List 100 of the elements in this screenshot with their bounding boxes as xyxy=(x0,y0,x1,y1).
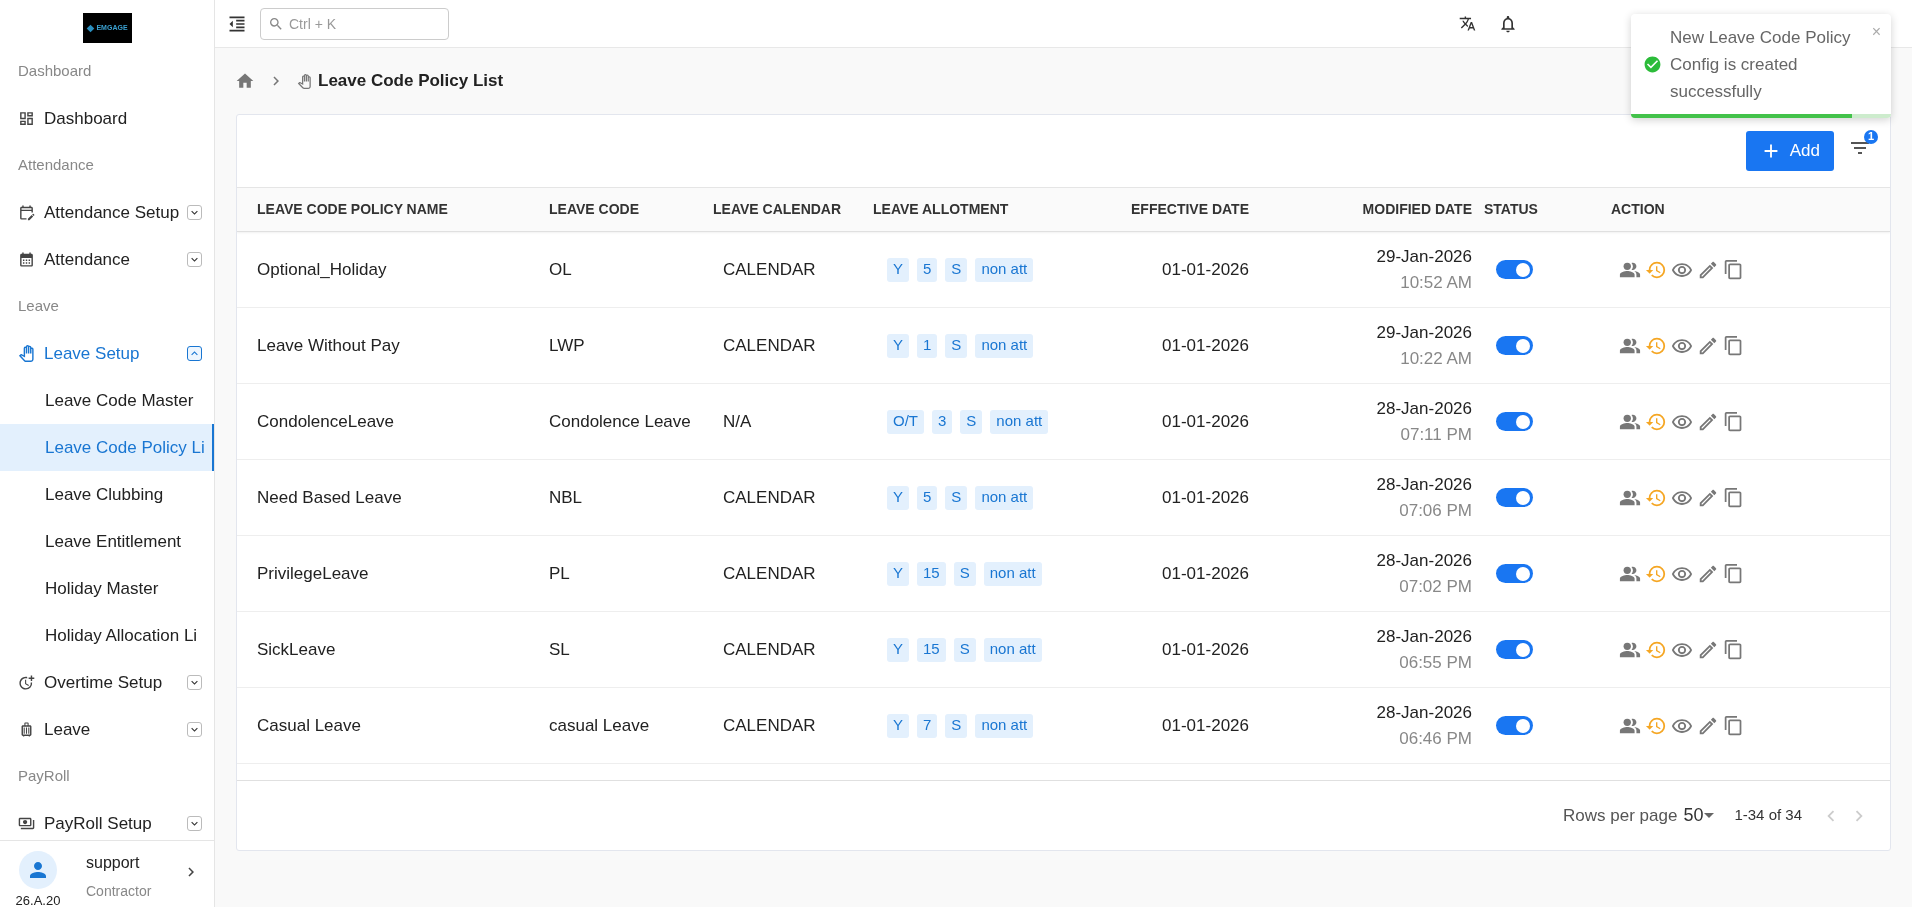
money-icon xyxy=(18,815,35,832)
copy-icon[interactable] xyxy=(1723,715,1744,736)
avatar xyxy=(19,851,57,889)
section-heading: Leave xyxy=(17,296,60,317)
allotment-tag: Y xyxy=(887,561,909,586)
allotment-tag: S xyxy=(953,561,976,586)
section-heading: PayRoll xyxy=(17,766,71,787)
modified-date: 28-Jan-2026 xyxy=(1376,550,1472,572)
column-header: LEAVE CODE xyxy=(549,200,640,219)
table-cell-text: CALENDAR xyxy=(722,638,817,661)
page-range: 1-34 of 34 xyxy=(1734,805,1802,826)
nav-item[interactable]: Attendance Setup xyxy=(44,199,187,226)
allotment-tag: S xyxy=(945,713,968,738)
copy-icon[interactable] xyxy=(1723,639,1744,660)
column-header: LEAVE ALLOTMENT xyxy=(873,200,1010,219)
copy-icon[interactable] xyxy=(1723,335,1744,356)
table-cell-text: Casual Leave xyxy=(257,714,362,737)
modified-time: 07:02 PM xyxy=(1399,575,1472,598)
chevron-up-icon[interactable] xyxy=(187,346,202,361)
nav-item[interactable]: Leave Setup xyxy=(44,340,187,367)
column-header: ACTION xyxy=(1611,200,1666,219)
allotment-tag: S xyxy=(953,637,976,662)
copy-icon[interactable] xyxy=(1723,259,1744,280)
allotment-tag: 15 xyxy=(917,561,946,586)
table-cell-text: CALENDAR xyxy=(722,486,817,509)
bell-icon[interactable] xyxy=(1498,13,1518,34)
table-cell-text: 01-01-2026 xyxy=(1161,562,1250,585)
modified-date: 28-Jan-2026 xyxy=(1376,702,1472,724)
table-cell-text: Optional_Holiday xyxy=(257,258,388,281)
status-toggle[interactable] xyxy=(1496,412,1533,431)
allotment-tag: non att xyxy=(975,257,1034,282)
allotment-tag: non att xyxy=(975,713,1034,738)
status-toggle[interactable] xyxy=(1496,260,1533,279)
copy-icon[interactable] xyxy=(1723,563,1744,584)
nav-subitem[interactable]: Leave Entitlement xyxy=(0,518,214,565)
nav-item[interactable]: Attendance xyxy=(44,246,187,273)
allotment-tag: Y xyxy=(887,257,909,282)
allotment-tag: 1 xyxy=(917,333,938,358)
copy-icon[interactable] xyxy=(1723,487,1744,508)
chevron-down-icon[interactable] xyxy=(187,252,202,267)
modified-time: 06:55 PM xyxy=(1399,651,1472,674)
nav-subitem[interactable]: Leave Code Master xyxy=(0,377,214,424)
allotment-tag: non att xyxy=(975,333,1034,358)
status-toggle[interactable] xyxy=(1496,716,1533,735)
user-role: Contractor xyxy=(86,882,152,901)
allotment-tag: 7 xyxy=(917,713,938,738)
status-toggle[interactable] xyxy=(1496,640,1533,659)
clock-icon xyxy=(18,674,35,691)
hand-icon xyxy=(297,73,312,89)
allotment-tag: 3 xyxy=(932,409,953,434)
add-button[interactable]: Add xyxy=(1745,131,1834,171)
status-toggle[interactable] xyxy=(1496,488,1533,507)
dashboard-icon xyxy=(18,110,35,127)
hand-icon xyxy=(18,345,35,362)
table-cell-text: PrivilegeLeave xyxy=(257,562,370,585)
allotment-tag: 5 xyxy=(917,485,938,510)
chevron-down-icon[interactable] xyxy=(187,722,202,737)
allotment-tag: Y xyxy=(887,485,909,510)
table-cell-text: 01-01-2026 xyxy=(1161,486,1250,509)
nav-subitem[interactable]: Leave Code Policy Li xyxy=(0,424,214,471)
chevron-down-icon[interactable] xyxy=(187,816,202,831)
home-icon[interactable] xyxy=(235,71,255,91)
caret-icon[interactable] xyxy=(1704,813,1715,818)
search-field[interactable]: Ctrl + K xyxy=(260,7,449,40)
status-toggle[interactable] xyxy=(1496,564,1533,583)
allotment-tag: O/T xyxy=(887,409,924,434)
column-header: MODIFIED DATE xyxy=(1361,200,1473,219)
allotment-tag: non att xyxy=(990,409,1049,434)
modified-time: 10:22 AM xyxy=(1400,347,1472,370)
nav-item[interactable]: Overtime Setup xyxy=(44,669,187,696)
modified-date: 28-Jan-2026 xyxy=(1376,398,1472,420)
column-header: LEAVE CODE POLICY NAME xyxy=(257,200,449,219)
allotment-tag: S xyxy=(945,333,968,358)
table-cell-text: N/A xyxy=(722,410,753,433)
nav-subitem[interactable]: Leave Clubbing xyxy=(0,471,214,518)
calendar-icon xyxy=(18,251,35,268)
allotment-tag: S xyxy=(945,485,968,510)
nav-subitem[interactable]: Holiday Master xyxy=(0,565,214,612)
chevron-down-icon[interactable] xyxy=(187,205,202,220)
status-toggle[interactable] xyxy=(1496,336,1533,355)
modified-time: 10:52 AM xyxy=(1400,271,1472,294)
table-cell-text: Need Based Leave xyxy=(257,486,403,509)
nav-subitem[interactable]: Holiday Allocation Li xyxy=(0,612,214,659)
table-cell-text: 01-01-2026 xyxy=(1161,410,1250,433)
chevron-down-icon[interactable] xyxy=(187,675,202,690)
table-cell-text: PL xyxy=(549,562,571,585)
section-heading: Attendance xyxy=(17,155,95,176)
nav-item[interactable]: Dashboard xyxy=(44,105,202,132)
translate-icon[interactable] xyxy=(1459,15,1476,32)
copy-icon[interactable] xyxy=(1723,411,1744,432)
table-cell-text: casual Leave xyxy=(549,714,651,737)
version-label: 26.A.20 xyxy=(15,892,61,907)
table-cell-text: 01-01-2026 xyxy=(1161,334,1250,357)
toast-message: New Leave Code Policy Config is created successfully xyxy=(1670,26,1852,103)
rows-per-page-select[interactable]: 50 xyxy=(1683,802,1715,829)
allotment-tag: non att xyxy=(983,561,1042,586)
table-cell-text: CALENDAR xyxy=(722,714,817,737)
nav-item[interactable]: Leave xyxy=(44,716,187,743)
allotment-tag: S xyxy=(960,409,983,434)
nav-item[interactable]: PayRoll Setup xyxy=(44,810,187,837)
